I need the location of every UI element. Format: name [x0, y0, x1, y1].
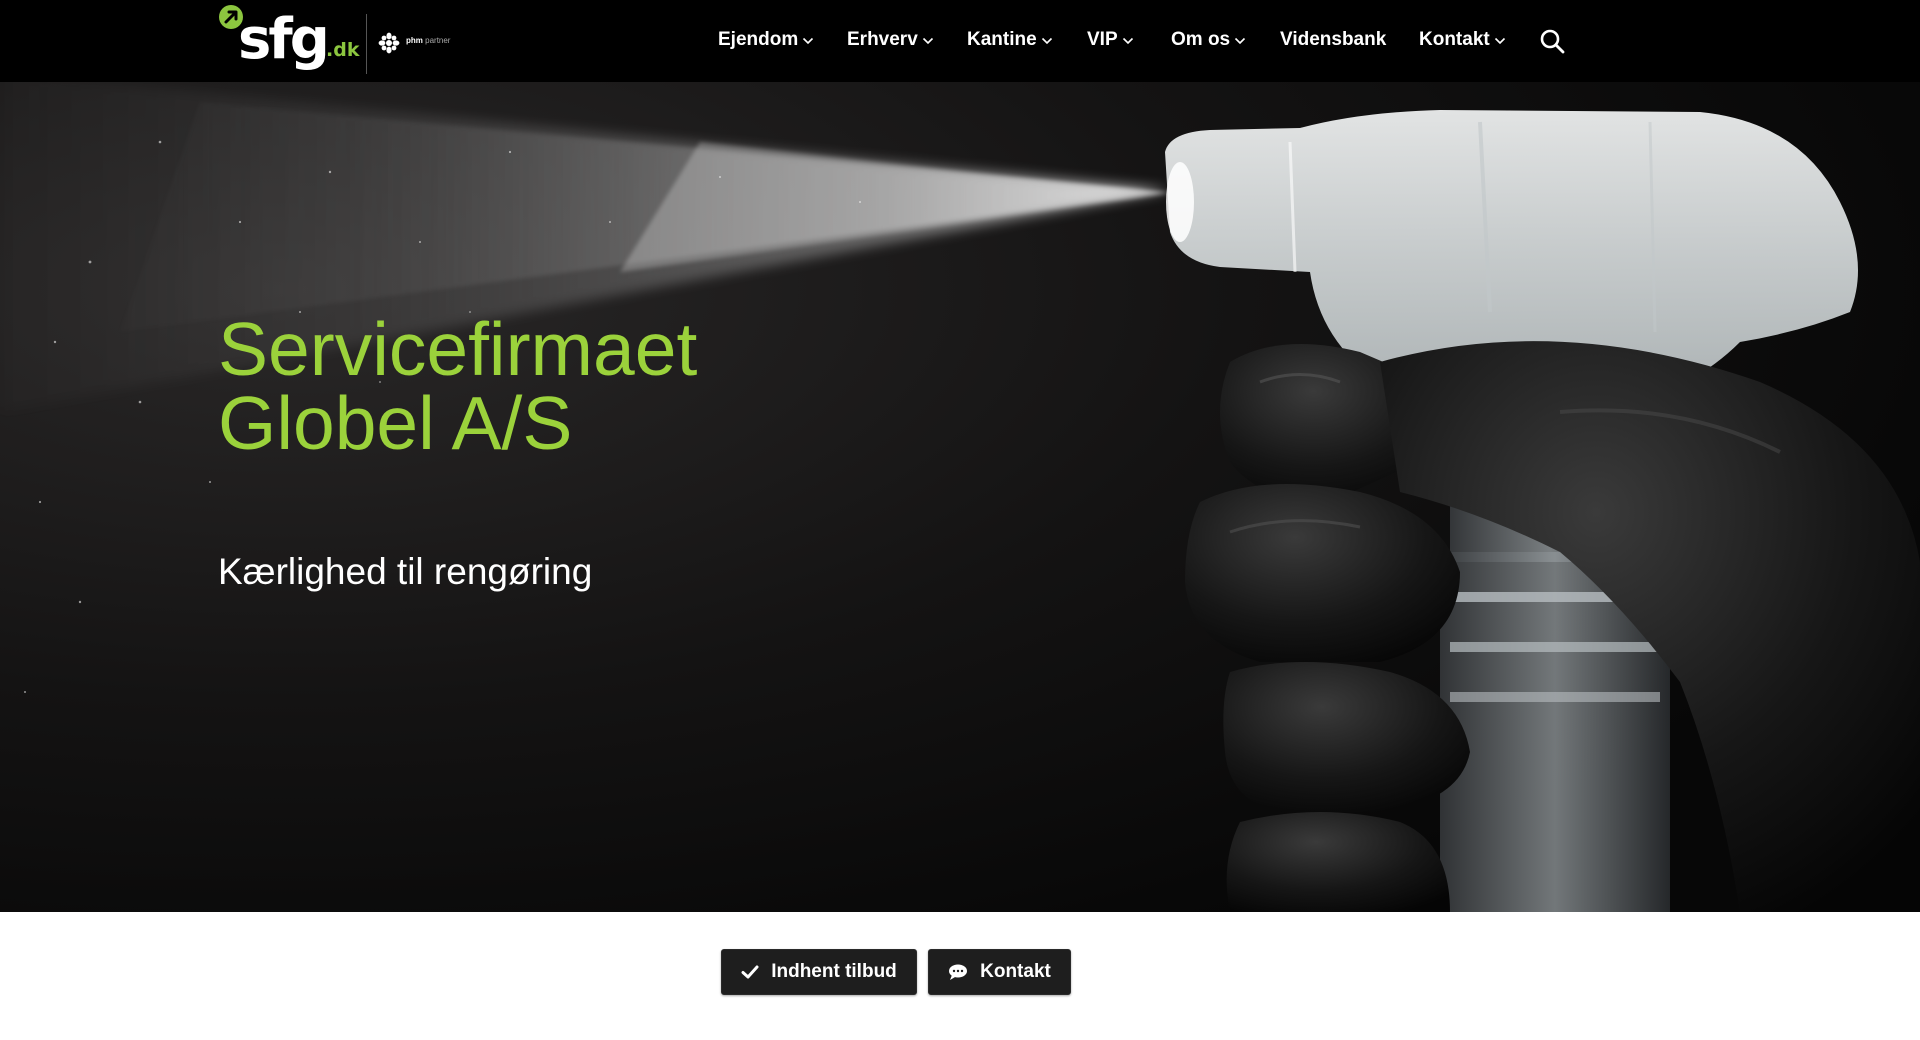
- nav-item-vip[interactable]: VIP: [1087, 28, 1134, 52]
- get-quote-button[interactable]: Indhent tilbud: [721, 949, 917, 995]
- nav-item-kantine[interactable]: Kantine: [967, 28, 1053, 52]
- main-nav: Ejendom Erhverv Kantine VIP Om os Videns…: [0, 0, 1920, 82]
- nav-item-label: Om os: [1171, 29, 1231, 50]
- chevron-down-icon: [1041, 37, 1052, 45]
- nav-item-label: Kantine: [967, 29, 1037, 50]
- hero-title-line-2: Globel A/S: [218, 381, 573, 465]
- hero-title: Servicefirmaet Globel A/S: [218, 307, 918, 465]
- chevron-down-icon: [922, 37, 933, 45]
- nav-item-label: Ejendom: [718, 29, 799, 50]
- get-quote-label: Indhent tilbud: [771, 961, 897, 982]
- contact-button[interactable]: Kontakt: [928, 949, 1071, 995]
- nav-item-label: Erhverv: [847, 29, 918, 50]
- nav-item-kontakt[interactable]: Kontakt: [1419, 28, 1506, 52]
- chevron-down-icon: [803, 37, 814, 45]
- nav-item-label: Kontakt: [1419, 29, 1490, 50]
- chat-icon: [949, 964, 968, 980]
- hero-image: [0, 82, 1920, 912]
- chevron-down-icon: [1235, 37, 1246, 45]
- nav-item-vidensbank[interactable]: Vidensbank: [1280, 28, 1386, 52]
- contact-label: Kontakt: [980, 961, 1051, 982]
- hero-subtitle: Kærlighed til rengøring: [218, 551, 593, 592]
- check-icon: [741, 965, 759, 979]
- chevron-down-icon: [1494, 37, 1505, 45]
- nav-item-ejendom[interactable]: Ejendom: [718, 28, 814, 52]
- nav-item-om-os[interactable]: Om os: [1171, 28, 1246, 52]
- chevron-down-icon: [1122, 37, 1133, 45]
- nav-item-label: VIP: [1087, 29, 1118, 50]
- site-header: sfg .dk phm partner Ejendom Erhverv Kant…: [0, 0, 1920, 82]
- nav-item-label: Vidensbank: [1280, 29, 1387, 50]
- hero-banner: Servicefirmaet Globel A/S Kærlighed til …: [0, 82, 1920, 912]
- nav-item-erhverv[interactable]: Erhverv: [847, 28, 934, 52]
- hero-title-line-1: Servicefirmaet: [218, 307, 698, 391]
- search-icon[interactable]: [1538, 27, 1566, 55]
